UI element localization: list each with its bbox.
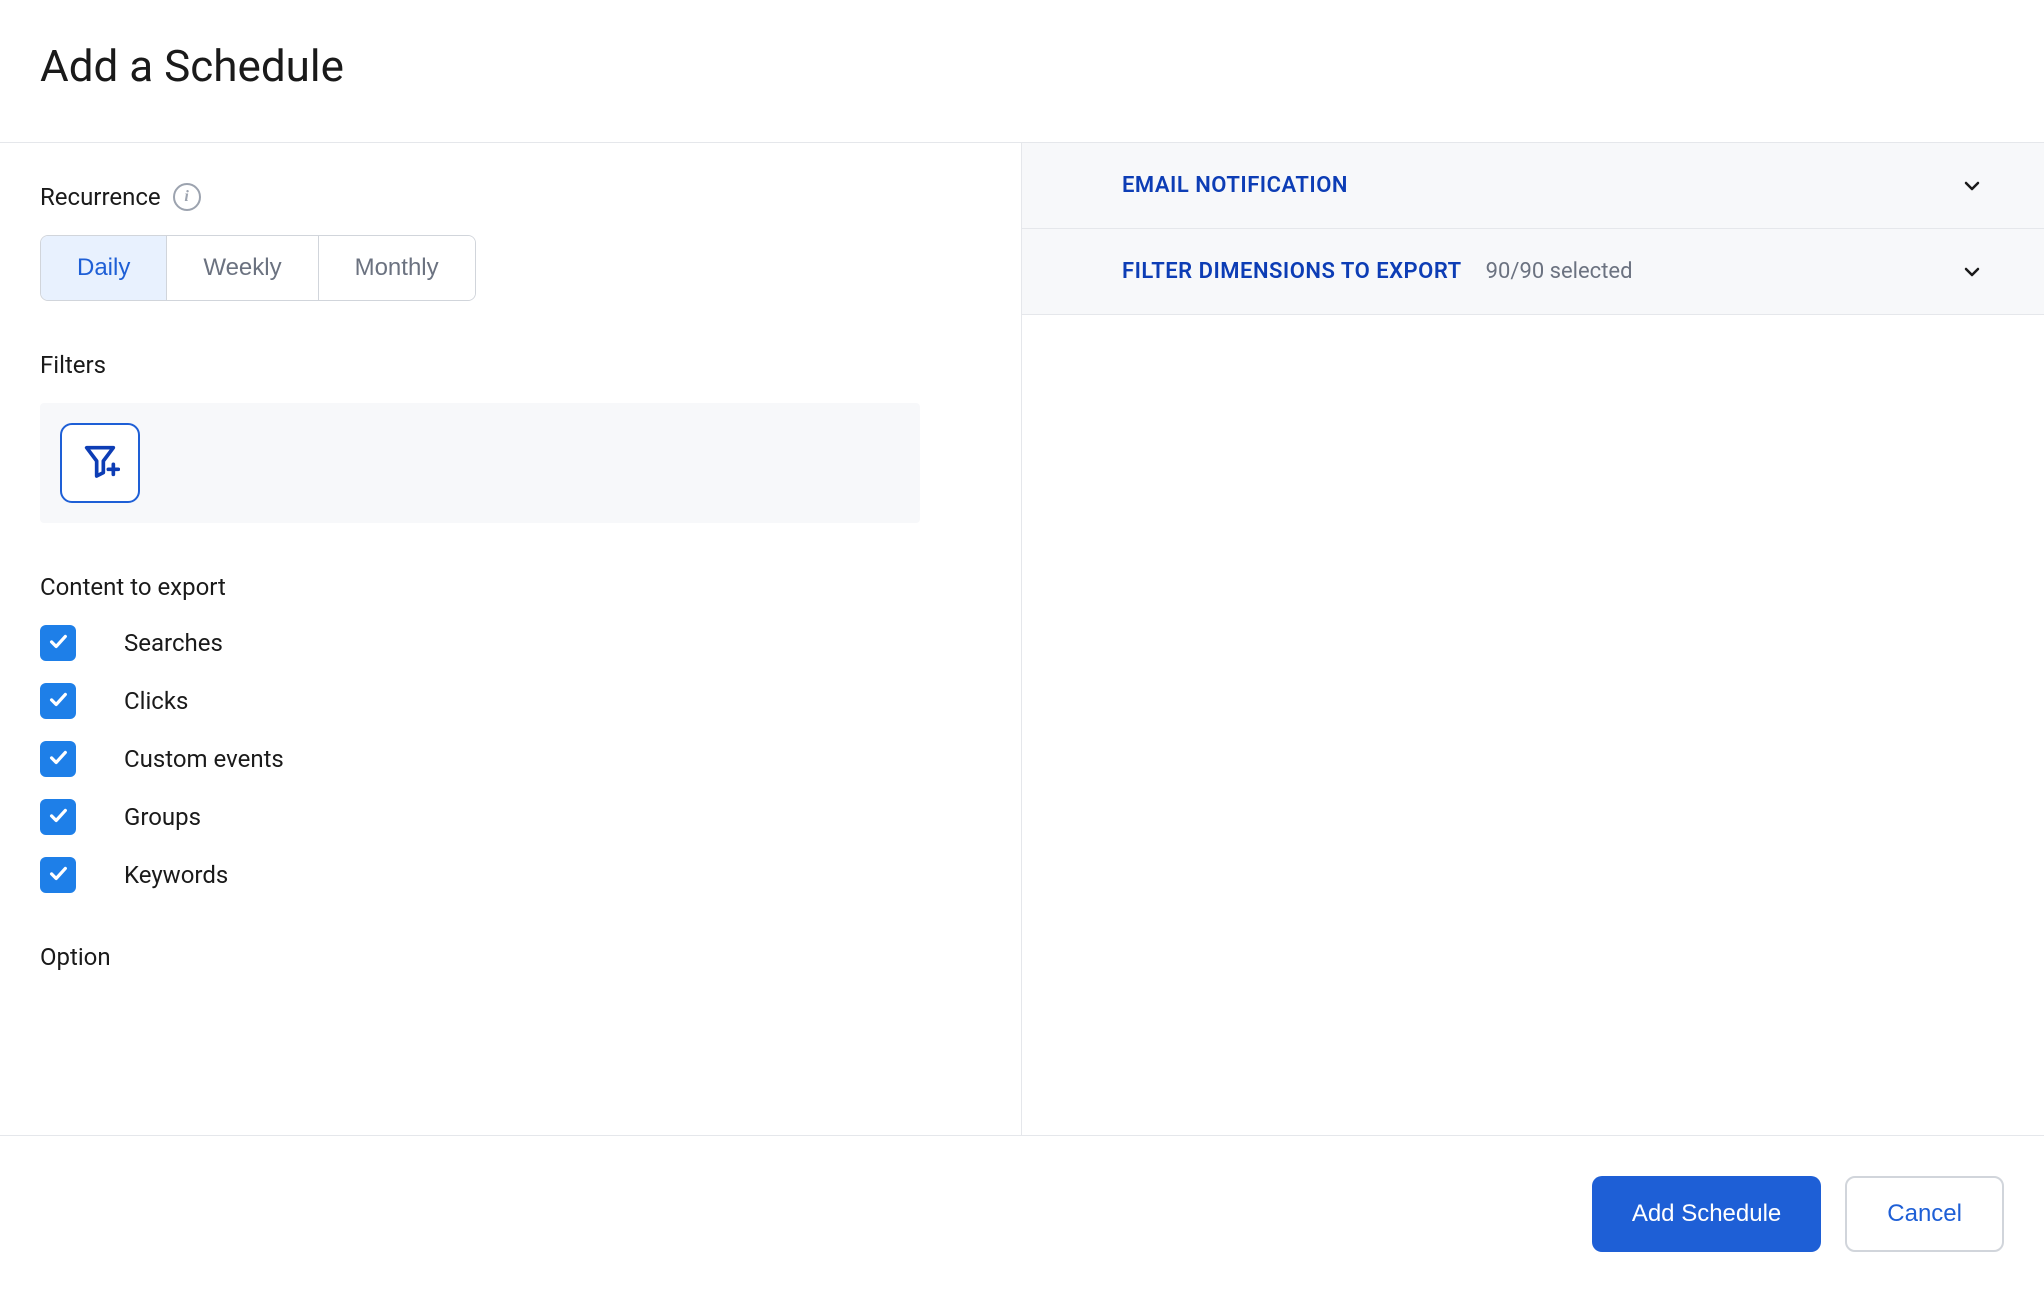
checkbox-label-keywords: Keywords bbox=[124, 861, 228, 889]
modal-footer: Add Schedule Cancel bbox=[0, 1135, 2044, 1292]
accordion-email-notification[interactable]: EMAIL NOTIFICATION bbox=[1022, 143, 2044, 229]
accordion-filter-dimensions[interactable]: FILTER DIMENSIONS TO EXPORT 90/90 select… bbox=[1022, 229, 2044, 315]
modal-content: Recurrence i Daily Weekly Monthly Filter… bbox=[0, 143, 2044, 1155]
recurrence-daily-tab[interactable]: Daily bbox=[41, 236, 167, 300]
add-schedule-button[interactable]: Add Schedule bbox=[1592, 1176, 1821, 1252]
filters-container bbox=[40, 403, 920, 523]
modal-header: Add a Schedule bbox=[0, 0, 2044, 143]
accordion-subtitle-filter-dimensions: 90/90 selected bbox=[1486, 259, 1633, 284]
cancel-button[interactable]: Cancel bbox=[1845, 1176, 2004, 1252]
checkbox-label-clicks: Clicks bbox=[124, 687, 188, 715]
checkbox-row-groups: Groups bbox=[40, 799, 981, 835]
recurrence-label: Recurrence bbox=[40, 183, 161, 211]
filters-label: Filters bbox=[40, 351, 981, 379]
checkbox-label-groups: Groups bbox=[124, 803, 201, 831]
content-to-export-label: Content to export bbox=[40, 573, 981, 601]
checkbox-groups[interactable] bbox=[40, 799, 76, 835]
page-title: Add a Schedule bbox=[40, 40, 2004, 92]
info-icon[interactable]: i bbox=[173, 183, 201, 211]
accordion-left: FILTER DIMENSIONS TO EXPORT 90/90 select… bbox=[1122, 259, 1632, 284]
recurrence-weekly-tab[interactable]: Weekly bbox=[167, 236, 318, 300]
accordion-title-email: EMAIL NOTIFICATION bbox=[1122, 173, 1348, 198]
checkbox-clicks[interactable] bbox=[40, 683, 76, 719]
checkbox-label-custom-events: Custom events bbox=[124, 745, 284, 773]
left-panel: Recurrence i Daily Weekly Monthly Filter… bbox=[0, 143, 1022, 1155]
filters-section: Filters bbox=[40, 351, 981, 523]
check-icon bbox=[47, 688, 69, 714]
recurrence-label-row: Recurrence i bbox=[40, 183, 981, 211]
check-icon bbox=[47, 746, 69, 772]
check-icon bbox=[47, 630, 69, 656]
checkbox-row-custom-events: Custom events bbox=[40, 741, 981, 777]
recurrence-segmented-control: Daily Weekly Monthly bbox=[40, 235, 476, 301]
checkbox-searches[interactable] bbox=[40, 625, 76, 661]
check-icon bbox=[47, 862, 69, 888]
checkbox-row-searches: Searches bbox=[40, 625, 981, 661]
accordion-title-filter-dimensions: FILTER DIMENSIONS TO EXPORT bbox=[1122, 259, 1462, 284]
option-label: Option bbox=[40, 943, 981, 971]
checkbox-label-searches: Searches bbox=[124, 629, 223, 657]
funnel-plus-icon bbox=[80, 441, 120, 485]
chevron-down-icon bbox=[1960, 174, 1984, 198]
checkbox-keywords[interactable] bbox=[40, 857, 76, 893]
chevron-down-icon bbox=[1960, 260, 1984, 284]
checkbox-row-keywords: Keywords bbox=[40, 857, 981, 893]
checkbox-row-clicks: Clicks bbox=[40, 683, 981, 719]
checkbox-custom-events[interactable] bbox=[40, 741, 76, 777]
right-panel: EMAIL NOTIFICATION FILTER DIMENSIONS TO … bbox=[1022, 143, 2044, 1155]
accordion-left: EMAIL NOTIFICATION bbox=[1122, 173, 1348, 198]
check-icon bbox=[47, 804, 69, 830]
recurrence-monthly-tab[interactable]: Monthly bbox=[319, 236, 475, 300]
add-filter-button[interactable] bbox=[60, 423, 140, 503]
content-to-export-section: Content to export Searches Clicks bbox=[40, 573, 981, 893]
